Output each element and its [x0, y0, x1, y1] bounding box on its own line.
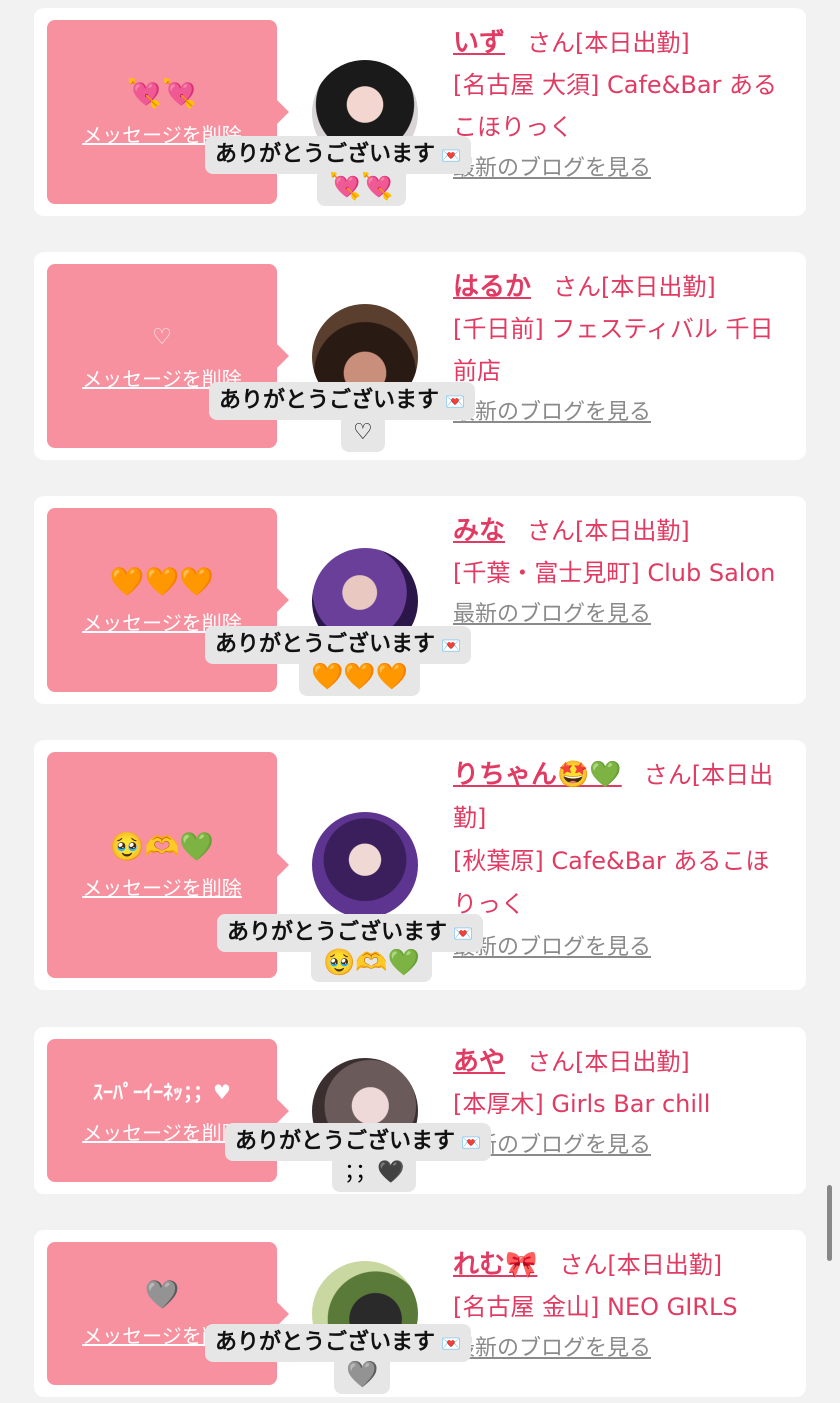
cast-card: ♡ メッセージを削除 はるか さん[本日出勤] [千日前] フェスティバル 千日前…	[34, 252, 806, 460]
envelope-icon: 💌	[441, 1334, 461, 1353]
attendance-label: さん[本日出勤]	[559, 1251, 723, 1279]
message-bubble: ♡ メッセージを削除	[47, 264, 289, 448]
shop-name: [名古屋 金山] NEO GIRLS	[453, 1293, 738, 1321]
reply-badge: 🧡🧡🧡	[299, 658, 421, 696]
cast-card: 🧡🧡🧡 メッセージを削除 みな さん[本日出勤] [千葉・富士見町] Club S…	[34, 496, 806, 704]
thanks-badge: ありがとうございます 💌	[209, 382, 475, 420]
cast-name-link[interactable]: れむ🎀	[453, 1250, 537, 1280]
shop-name: [千葉・富士見町] Club Salon	[453, 559, 776, 587]
cast-info: みな さん[本日出勤] [千葉・富士見町] Club Salon 最新のブログを見…	[453, 510, 784, 636]
thanks-text: ありがとうございます	[215, 142, 436, 167]
envelope-icon: 💌	[441, 636, 461, 655]
envelope-icon: 💌	[445, 392, 465, 411]
message-bubble: 💘💘 メッセージを削除	[47, 20, 289, 204]
blog-link[interactable]: 最新のブログを見る	[453, 926, 784, 969]
cast-card: 🥹🫶💚 メッセージを削除 りちゃん🤩💚 さん[本日出勤] [秋葉原] Cafe&B…	[34, 740, 806, 990]
thanks-text: ありがとうございます	[215, 1330, 436, 1355]
thanks-text: ありがとうございます	[219, 388, 440, 413]
cast-info: はるか さん[本日出勤] [千日前] フェスティバル 千日前店 最新のブログを見る	[453, 266, 784, 434]
message-text: 🥹🫶💚	[109, 829, 215, 863]
shop-name: [名古屋 大須] Cafe&Bar あるこほりっく	[453, 71, 778, 141]
cast-name-link[interactable]: みな	[453, 516, 505, 546]
message-text: 🩶	[144, 1278, 180, 1311]
blog-link[interactable]: 最新のブログを見る	[453, 1328, 784, 1370]
reply-badge: 🩶	[334, 1356, 391, 1394]
cast-info: いず さん[本日出勤] [名古屋 大須] Cafe&Bar あるこほりっく 最新の…	[453, 22, 784, 190]
shop-name: [秋葉原] Cafe&Bar あるこほりっく	[453, 847, 770, 918]
cast-info: あや さん[本日出勤] [本厚木] Girls Bar chill 最新のブログを…	[453, 1041, 784, 1167]
cast-info: りちゃん🤩💚 さん[本日出勤] [秋葉原] Cafe&Bar あるこほりっく 最新…	[453, 754, 784, 969]
message-bubble: 🧡🧡🧡 メッセージを削除	[47, 508, 289, 692]
shop-name: [千日前] フェスティバル 千日前店	[453, 315, 774, 385]
message-text: 💘💘	[127, 76, 197, 110]
cast-name-link[interactable]: あや	[453, 1047, 505, 1077]
reply-badge: ；；🖤	[332, 1154, 417, 1192]
cast-name-link[interactable]: りちゃん🤩💚	[453, 760, 622, 790]
cast-card: ｽｰﾊﾟｰｲｰﾈｯ；；♥ メッセージを削除 あや さん[本日出勤] [本厚木] G…	[34, 1027, 806, 1194]
thanks-text: ありがとうございます	[235, 1129, 456, 1154]
blog-link[interactable]: 最新のブログを見る	[453, 1125, 784, 1167]
message-text: ♡	[152, 324, 172, 350]
reply-badge: 💘💘	[317, 168, 406, 206]
attendance-label: さん[本日出勤]	[527, 1048, 690, 1076]
reply-badge: ♡	[341, 414, 385, 452]
message-bubble: 🩶 メッセージを削除	[47, 1242, 289, 1385]
cast-name-link[interactable]: はるか	[453, 272, 531, 302]
cast-card: 🩶 メッセージを削除 れむ🎀 さん[本日出勤] [名古屋 金山] NEO GIRL…	[34, 1230, 806, 1397]
message-text: 🧡🧡🧡	[109, 564, 215, 598]
blog-link[interactable]: 最新のブログを見る	[453, 392, 784, 434]
cast-card: 💘💘 メッセージを削除 いず さん[本日出勤] [名古屋 大須] Cafe&Bar…	[34, 8, 806, 216]
scrollbar[interactable]	[827, 1185, 832, 1261]
attendance-label: さん[本日出勤]	[527, 517, 690, 545]
cast-info: れむ🎀 さん[本日出勤] [名古屋 金山] NEO GIRLS 最新のブログを見る	[453, 1244, 784, 1370]
attendance-label: さん[本日出勤]	[527, 29, 690, 57]
thanks-text: ありがとうございます	[215, 632, 436, 657]
reply-badge: 🥹🫶💚	[311, 944, 433, 982]
message-text: ｽｰﾊﾟｰｲｰﾈｯ；；♥	[93, 1080, 231, 1104]
envelope-icon: 💌	[453, 924, 473, 943]
blog-link[interactable]: 最新のブログを見る	[453, 594, 784, 636]
cast-name-link[interactable]: いず	[453, 28, 505, 58]
delete-message-link[interactable]: メッセージを削除	[82, 872, 242, 901]
blog-link[interactable]: 最新のブログを見る	[453, 148, 784, 190]
envelope-icon: 💌	[441, 146, 461, 165]
attendance-label: さん[本日出勤]	[553, 273, 716, 301]
delete-message-link[interactable]: メッセージを削除	[82, 1117, 242, 1146]
shop-name: [本厚木] Girls Bar chill	[453, 1090, 711, 1118]
envelope-icon: 💌	[461, 1133, 481, 1152]
avatar[interactable]	[312, 812, 418, 918]
thanks-text: ありがとうございます	[227, 920, 448, 945]
